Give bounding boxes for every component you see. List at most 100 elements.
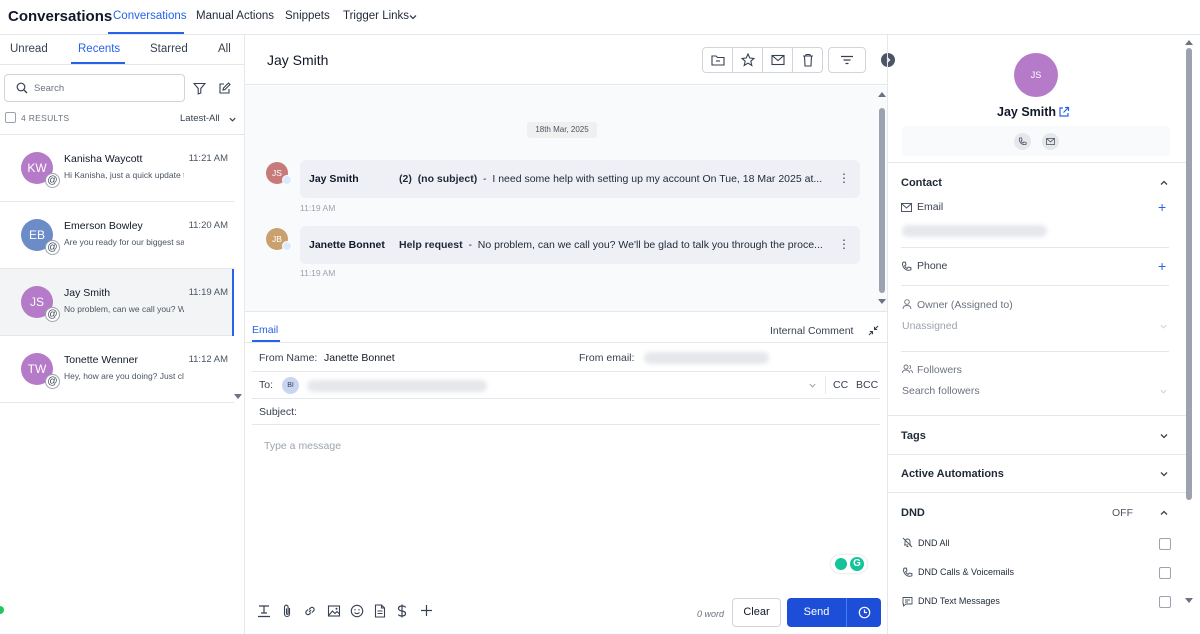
divider <box>888 162 1186 163</box>
chevron-up-icon[interactable] <box>1159 508 1169 518</box>
chevron-down-icon[interactable] <box>1159 322 1168 331</box>
users-icon <box>902 364 913 374</box>
chevron-down-icon[interactable] <box>408 12 418 22</box>
more-options-icon[interactable]: ⋮ <box>838 237 850 251</box>
lightbulb-icon <box>835 558 847 570</box>
star-button[interactable] <box>732 47 763 73</box>
more-options-icon[interactable]: ⋮ <box>838 171 850 185</box>
phone-icon <box>902 261 912 271</box>
contact-section-heading[interactable]: Contact <box>901 177 942 189</box>
email-channel-icon: @ <box>45 307 60 322</box>
scrollbar-thumb[interactable] <box>1186 48 1192 500</box>
scrollbar-thumb[interactable] <box>879 108 885 293</box>
from-email-value-redacted[interactable] <box>644 352 769 364</box>
conversation-item[interactable]: KW @ Kanisha Waycott 11:21 AM Hi Kanisha… <box>0 135 234 202</box>
call-button[interactable] <box>1014 133 1031 150</box>
tab-all[interactable]: All <box>218 43 231 55</box>
tags-section-heading[interactable]: Tags <box>901 430 926 442</box>
compose-icon[interactable] <box>218 82 231 95</box>
recipient-email-redacted[interactable] <box>307 380 487 392</box>
subject-row[interactable]: Subject: <box>252 399 880 425</box>
cc-button[interactable]: CC <box>833 379 848 391</box>
nav-tab-conversations[interactable]: Conversations <box>113 10 187 22</box>
nav-tab-manual-actions[interactable]: Manual Actions <box>196 10 274 22</box>
plus-icon[interactable] <box>420 604 433 617</box>
grammarly-widget[interactable]: G <box>831 555 867 573</box>
search-placeholder: Search <box>34 83 65 94</box>
tab-unread[interactable]: Unread <box>10 43 48 55</box>
message-preview: Hi Kanisha, just a quick update t <box>64 170 184 180</box>
chevron-down-icon[interactable] <box>228 115 237 124</box>
status-dot-icon <box>0 606 4 614</box>
template-icon[interactable] <box>374 604 386 618</box>
message-input[interactable]: Type a message <box>264 440 341 452</box>
mail-icon <box>770 54 785 66</box>
divider <box>888 454 1186 455</box>
chevron-down-icon[interactable] <box>808 381 817 390</box>
conversation-item-selected[interactable]: JS @ Jay Smith 11:19 AM No problem, can … <box>0 269 234 336</box>
scroll-down-arrow-icon[interactable] <box>1185 598 1193 604</box>
minimize-icon[interactable] <box>868 325 879 336</box>
tab-starred[interactable]: Starred <box>150 43 188 55</box>
delete-button[interactable] <box>792 47 823 73</box>
scroll-up-arrow-icon[interactable] <box>1185 39 1193 45</box>
emoji-icon[interactable] <box>350 604 364 618</box>
tab-recents[interactable]: Recents <box>78 43 120 55</box>
contact-avatar: JS <box>1014 53 1058 97</box>
active-tab-indicator <box>108 32 184 34</box>
word-count: 0 word <box>697 609 725 619</box>
search-input[interactable]: Search <box>4 74 185 102</box>
bcc-button[interactable]: BCC <box>856 379 878 391</box>
message-bubble[interactable]: Jay Smith (2) (no subject) - I need some… <box>300 160 860 198</box>
scroll-down-arrow-icon[interactable] <box>878 299 886 305</box>
results-count: 4 RESULTS <box>21 113 70 123</box>
email-button[interactable] <box>1042 133 1059 150</box>
add-email-button[interactable]: + <box>1158 199 1166 215</box>
filter-icon[interactable] <box>193 82 206 95</box>
text-format-icon[interactable] <box>257 604 271 618</box>
image-icon[interactable] <box>327 604 341 618</box>
add-phone-button[interactable]: + <box>1158 258 1166 274</box>
sort-select[interactable]: Latest-All <box>180 113 220 124</box>
attachment-icon[interactable] <box>281 604 293 618</box>
owner-select[interactable]: Unassigned <box>902 320 957 332</box>
nav-tab-snippets[interactable]: Snippets <box>285 10 330 22</box>
star-icon <box>740 53 755 67</box>
mark-unread-button[interactable] <box>762 47 793 73</box>
scroll-up-arrow-icon[interactable] <box>878 91 886 97</box>
link-icon[interactable] <box>303 604 317 618</box>
recipient-avatar: BI <box>282 377 299 394</box>
from-row: From Name: Janette Bonnet From email: <box>252 343 880 372</box>
schedule-send-button[interactable] <box>846 598 881 627</box>
move-to-folder-button[interactable] <box>702 47 733 73</box>
nav-tab-trigger-links[interactable]: Trigger Links <box>343 10 409 22</box>
dnd-calls-checkbox[interactable] <box>1159 567 1171 579</box>
dnd-all-checkbox[interactable] <box>1159 538 1171 550</box>
chevron-down-icon[interactable] <box>1159 431 1169 441</box>
dnd-text-checkbox[interactable] <box>1159 596 1171 608</box>
conversation-item[interactable]: TW @ Tonette Wenner 11:12 AM Hey, how ar… <box>0 336 234 403</box>
filter-messages-button[interactable] <box>828 47 866 73</box>
trash-icon <box>802 53 813 67</box>
owner-label: Owner (Assigned to) <box>917 299 1013 311</box>
send-button[interactable]: Send <box>787 598 846 627</box>
dnd-section-heading[interactable]: DND <box>901 507 925 519</box>
chevron-down-icon[interactable] <box>1159 469 1169 479</box>
select-all-checkbox[interactable] <box>5 112 16 123</box>
clear-button[interactable]: Clear <box>732 598 781 627</box>
from-name-value[interactable]: Janette Bonnet <box>324 352 395 364</box>
payment-icon[interactable] <box>396 604 408 618</box>
followers-search-input[interactable]: Search followers <box>902 385 980 397</box>
tab-internal-comment[interactable]: Internal Comment <box>770 325 853 337</box>
conversation-item[interactable]: EB @ Emerson Bowley 11:20 AM Are you rea… <box>0 202 234 269</box>
chevron-up-icon[interactable] <box>1159 178 1169 188</box>
tab-email[interactable]: Email <box>252 324 278 336</box>
chevron-down-icon[interactable] <box>1159 387 1168 396</box>
email-value-redacted[interactable] <box>902 225 1047 237</box>
message-sender: Jay Smith <box>309 173 359 185</box>
contact-name[interactable]: Jay Smith <box>997 105 1056 119</box>
message-bubble[interactable]: Janette Bonnet Help request - No problem… <box>300 226 860 264</box>
scroll-down-arrow-icon[interactable] <box>234 394 242 400</box>
automations-section-heading[interactable]: Active Automations <box>901 468 1004 480</box>
external-link-icon[interactable] <box>1058 106 1070 118</box>
